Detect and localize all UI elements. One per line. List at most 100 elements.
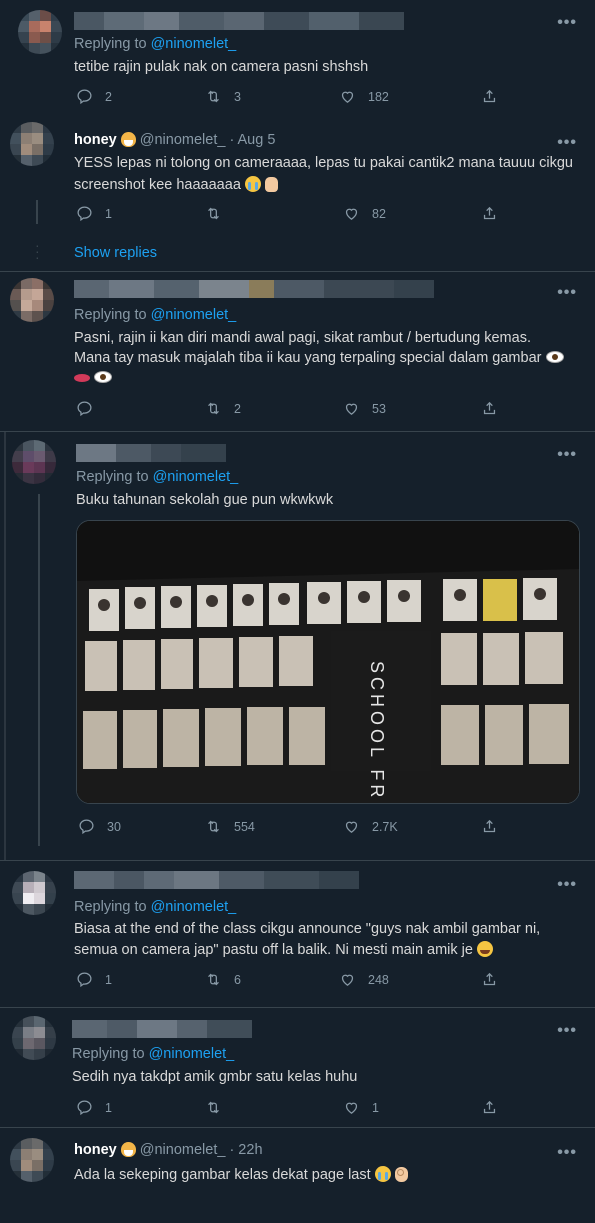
tweet-7[interactable]: honey @ninomelet_ · 22h ••• Ada la sekep… — [0, 1128, 595, 1223]
more-icon[interactable]: ••• — [557, 1144, 577, 1162]
timestamp[interactable]: · 22h — [229, 1142, 262, 1158]
timestamp[interactable]: · Aug 5 — [229, 132, 275, 148]
tweet-actions: 2 3 182 — [0, 88, 595, 108]
reply-button[interactable]: 1 — [76, 971, 112, 988]
more-icon[interactable]: ••• — [557, 876, 577, 894]
retweet-icon — [208, 90, 219, 103]
more-icon[interactable]: ••• — [557, 446, 577, 464]
like-button[interactable]: 2.7K — [343, 818, 398, 835]
baby-bottle-icon — [120, 132, 136, 147]
tweet-photo[interactable]: SCHOOL FR — [76, 520, 580, 804]
crying-face-icon — [244, 176, 261, 192]
avatar[interactable] — [10, 1138, 54, 1182]
more-icon[interactable]: ••• — [557, 284, 577, 302]
tweet-1[interactable]: ••• Replying to @ninomelet_ tetibe rajin… — [0, 0, 595, 122]
reply-icon — [77, 972, 92, 988]
reply-count: 30 — [107, 819, 121, 834]
reply-button[interactable]: 30 — [78, 818, 121, 835]
more-icon[interactable]: ••• — [557, 14, 577, 32]
tweet-actions: 30 554 2.7K — [0, 818, 595, 838]
share-button[interactable] — [481, 400, 510, 417]
reply-icon — [77, 401, 92, 417]
like-count: 2.7K — [372, 819, 398, 834]
eye-icon — [94, 371, 113, 383]
like-button[interactable]: 248 — [339, 971, 389, 988]
replying-to: Replying to @ninomelet_ — [74, 307, 236, 323]
reply-button[interactable]: 2 — [76, 88, 112, 105]
heart-icon — [341, 974, 354, 986]
tweet-3[interactable]: ••• Replying to @ninomelet_ Pasni, rajin… — [0, 272, 595, 432]
retweet-button[interactable] — [205, 1099, 234, 1116]
more-icon[interactable]: ••• — [557, 134, 577, 152]
share-icon — [483, 206, 496, 220]
tweet-text-line-1: Pasni, rajin ii kan diri mandi awal pagi… — [74, 330, 531, 346]
tweet-header: honey @ninomelet_ · 22h — [74, 1142, 263, 1158]
tweet-4[interactable]: ••• Replying to @ninomelet_ Buku tahunan… — [0, 432, 595, 860]
avatar[interactable] — [10, 122, 54, 166]
tweet-text-line-3 — [74, 370, 113, 386]
share-button[interactable] — [481, 205, 510, 222]
avatar[interactable] — [12, 440, 56, 484]
blurred-name — [74, 280, 434, 298]
show-replies-link[interactable]: Show replies — [74, 245, 157, 261]
avatar[interactable] — [18, 10, 62, 54]
heart-icon — [345, 1102, 358, 1114]
tweet-5[interactable]: ••• Replying to @ninomelet_ Biasa at the… — [0, 861, 595, 1007]
tweet-text: Ada la sekeping gambar kelas dekat page … — [74, 1166, 408, 1183]
like-button[interactable]: 53 — [343, 400, 386, 417]
tweet-actions: 1 82 — [0, 205, 595, 225]
display-name[interactable]: honey — [74, 132, 117, 148]
reply-button[interactable]: 1 — [76, 205, 112, 222]
mention-link[interactable]: @ninomelet_ — [153, 469, 239, 485]
tweet-6[interactable]: ••• Replying to @ninomelet_ Sedih nya ta… — [0, 1008, 595, 1128]
like-button[interactable]: 82 — [343, 205, 386, 222]
share-button[interactable] — [481, 88, 510, 105]
tweet-text-line-1: Biasa at the end of the class cikgu anno… — [74, 921, 541, 937]
retweet-button[interactable]: 2 — [205, 400, 241, 417]
tweet-actions: 1 1 — [0, 1099, 595, 1119]
replying-to: Replying to @ninomelet_ — [72, 1046, 234, 1062]
tweet-text: Sedih nya takdpt amik gmbr satu kelas hu… — [72, 1069, 358, 1085]
reply-icon — [77, 206, 92, 222]
mention-link[interactable]: @ninomelet_ — [151, 36, 237, 52]
share-button[interactable] — [481, 971, 510, 988]
like-button[interactable]: 182 — [339, 88, 389, 105]
yearbook-photo: SCHOOL FR — [77, 521, 579, 803]
display-name[interactable]: honey — [74, 1142, 117, 1158]
like-count: 248 — [368, 972, 389, 987]
replying-label: Replying to — [76, 469, 149, 485]
pinching-hand-icon — [264, 177, 278, 192]
heart-icon — [345, 821, 358, 833]
avatar[interactable] — [10, 278, 54, 322]
reply-count: 1 — [105, 206, 112, 221]
like-count: 82 — [372, 206, 386, 221]
tweet-actions: 1 6 248 — [0, 971, 595, 991]
tweet-2[interactable]: · · · honey @ninomelet_ · Aug 5 ••• YESS l… — [0, 122, 595, 272]
more-icon[interactable]: ••• — [557, 1022, 577, 1040]
reply-button[interactable]: 1 — [76, 1099, 112, 1116]
thread-line — [38, 494, 40, 846]
tweet-actions: 2 53 — [0, 400, 595, 420]
mention-link[interactable]: @ninomelet_ — [151, 307, 237, 323]
share-button[interactable] — [481, 818, 510, 835]
retweet-button[interactable] — [205, 205, 234, 222]
like-button[interactable]: 1 — [343, 1099, 379, 1116]
reply-count: 1 — [105, 972, 112, 987]
mention-link[interactable]: @ninomelet_ — [149, 1046, 235, 1062]
mention-link[interactable]: @ninomelet_ — [151, 899, 237, 915]
reply-button[interactable] — [76, 400, 105, 417]
replying-to: Replying to @ninomelet_ — [74, 899, 236, 915]
share-button[interactable] — [481, 1099, 510, 1116]
blurred-name — [76, 444, 226, 462]
handle[interactable]: @ninomelet_ — [140, 132, 226, 148]
retweet-button[interactable]: 6 — [205, 971, 241, 988]
blurred-name — [74, 12, 404, 30]
retweet-icon — [208, 820, 219, 833]
avatar[interactable] — [12, 871, 56, 915]
retweet-count: 2 — [234, 401, 241, 416]
avatar[interactable] — [12, 1016, 56, 1060]
yearbook-spine-text: SCHOOL FR — [367, 661, 387, 801]
retweet-button[interactable]: 3 — [205, 88, 241, 105]
handle[interactable]: @ninomelet_ — [140, 1142, 226, 1158]
retweet-button[interactable]: 554 — [205, 818, 255, 835]
